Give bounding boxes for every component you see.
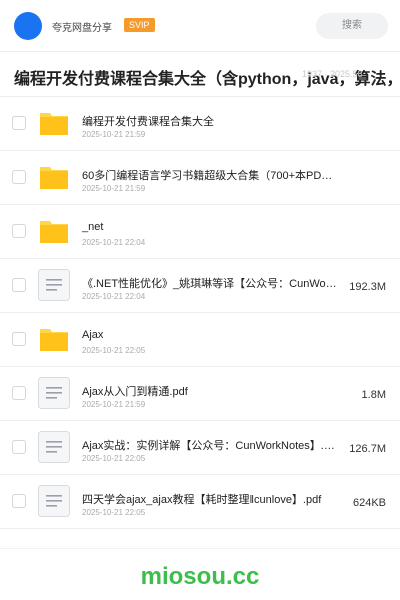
file-date: 2025-10-21 21:59 xyxy=(82,184,146,193)
file-row[interactable]: 60多门编程语言学习书籍超级大合集（700+本PDF） 2025-10-21 21… xyxy=(0,151,400,205)
select-checkbox[interactable] xyxy=(12,440,26,454)
file-row[interactable]: Ajax从入门到精通.pdf 2025-10-21 21:59 1.8M xyxy=(0,367,400,421)
brand-name: 夸克网盘分享 xyxy=(52,23,112,34)
avatar[interactable] xyxy=(14,12,42,40)
file-date: 2025-10-21 22:04 xyxy=(82,238,146,247)
select-checkbox[interactable] xyxy=(12,332,26,346)
file-date: 2025-10-21 22:05 xyxy=(82,454,146,463)
search-input[interactable]: 搜索 xyxy=(316,13,388,39)
file-row[interactable]: Ajax 2025-10-21 22:05 xyxy=(0,313,400,367)
file-name[interactable]: Ajax实战：实例详解【公众号：CunWorkNotes】.pdf xyxy=(82,437,338,453)
select-checkbox[interactable] xyxy=(12,494,26,508)
footer: miosou.cc xyxy=(0,548,400,600)
file-date: 2025-10-21 21:59 xyxy=(82,130,146,139)
file-row[interactable]: _net 2025-10-21 22:04 xyxy=(0,205,400,259)
file-date: 2025-10-21 22:05 xyxy=(82,508,146,517)
file-row[interactable]: 编程开发付费课程合集大全 2025-10-21 21:59 xyxy=(0,97,400,151)
svip-badge: SVIP xyxy=(124,18,155,32)
file-size: 126.7M xyxy=(349,443,386,455)
file-name[interactable]: Ajax xyxy=(82,329,338,341)
folder-icon xyxy=(38,323,70,355)
file-name[interactable]: _net xyxy=(82,221,338,233)
file-name[interactable]: 编程开发付费课程合集大全 xyxy=(82,113,338,129)
folder-icon xyxy=(38,107,70,139)
select-checkbox[interactable] xyxy=(12,224,26,238)
file-size: 624KB xyxy=(352,497,386,509)
file-size: 1.8M xyxy=(361,389,386,401)
file-name[interactable]: Ajax从入门到精通.pdf xyxy=(82,383,338,399)
document-icon xyxy=(38,431,70,463)
file-name[interactable]: 四天学会ajax_ajax教程【耗时整理‖cunlove】.pdf xyxy=(82,491,338,507)
document-icon xyxy=(38,269,70,301)
file-list: 编程开发付费课程合集大全 2025-10-21 21:59 60多门编程语言学习书籍… xyxy=(0,97,400,529)
select-checkbox[interactable] xyxy=(12,116,26,130)
file-row[interactable]: 四天学会ajax_ajax教程【耗时整理‖cunlove】.pdf 2025-10… xyxy=(0,475,400,529)
document-icon xyxy=(38,485,70,517)
folder-icon xyxy=(38,215,70,247)
file-name[interactable]: 60多门编程语言学习书籍超级大合集（700+本PDF） xyxy=(82,167,338,183)
file-row[interactable]: Ajax实战：实例详解【公众号：CunWorkNotes】.pdf 2025-10… xyxy=(0,421,400,475)
select-checkbox[interactable] xyxy=(12,386,26,400)
file-size: 192.3M xyxy=(349,281,386,293)
header-bar: 夸克网盘分享 SVIP 搜索 xyxy=(0,0,400,52)
file-row[interactable]: 《.NET性能优化》_姚琪琳等译【公众号：CunWorkNotes】.pdf20… xyxy=(0,259,400,313)
folder-icon xyxy=(38,161,70,193)
document-icon xyxy=(38,377,70,409)
file-name[interactable]: 《.NET性能优化》_姚琪琳等译【公众号：CunWorkNotes】.pdf xyxy=(82,275,338,291)
select-checkbox[interactable] xyxy=(12,170,26,184)
file-date: 2025-10-21 22:04 xyxy=(82,292,146,301)
share-title-bar: 编程开发付费课程合集大全（含python，java，算法，web 1937 · … xyxy=(0,53,400,97)
file-date: 2025-10-21 21:59 xyxy=(82,400,146,409)
share-meta: 1937 · 2025.58 xyxy=(302,69,363,79)
watermark: miosou.cc xyxy=(140,563,260,590)
file-date: 2025-10-21 22:05 xyxy=(82,346,146,355)
select-checkbox[interactable] xyxy=(12,278,26,292)
